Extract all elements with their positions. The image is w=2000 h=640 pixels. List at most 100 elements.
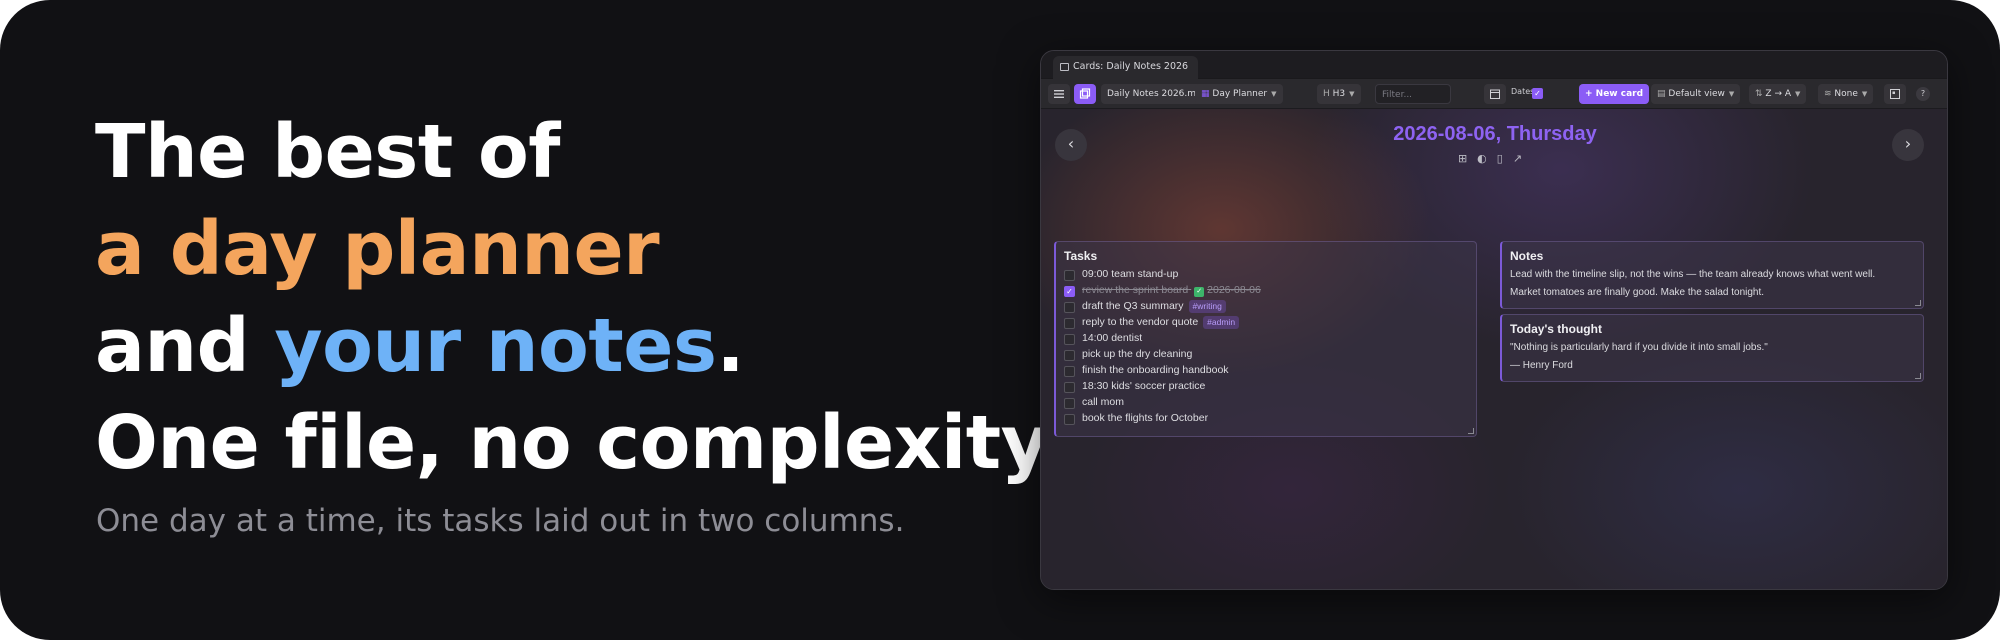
sort-dropdown[interactable]: ⇅ Z → A ▼ — [1749, 84, 1807, 104]
headline: The best of a day planner and your notes… — [95, 104, 1070, 492]
add-icon[interactable]: ⊞ — [1458, 152, 1477, 165]
day-title: 2026-08-06, Thursday — [1393, 123, 1597, 145]
tab-title: Cards: Daily Notes 2026 — [1073, 61, 1189, 72]
done-check-icon: ✓ — [1194, 287, 1205, 297]
task-completed-date: 2026-08-06 — [1207, 284, 1261, 296]
task-text: pick up the dry cleaning — [1082, 348, 1193, 360]
task-checkbox[interactable] — [1064, 366, 1075, 377]
headline-line-2: a day planner — [95, 206, 660, 292]
task-item[interactable]: 18:30 kids' soccer practice — [1064, 380, 1206, 396]
tab-bar: Cards: Daily Notes 2026 — [1041, 51, 1947, 80]
day-actions: ⊞◐▯↗ — [1041, 152, 1947, 165]
task-item[interactable]: draft the Q3 summary #writing — [1064, 300, 1226, 316]
layout-icon: ▤ — [1657, 89, 1666, 99]
trash-icon[interactable]: ▯ — [1497, 152, 1513, 165]
view-mode-dropdown[interactable]: ▦ Day Planner ▼ — [1195, 84, 1283, 104]
tasks-card-title: Tasks — [1064, 249, 1098, 263]
task-item[interactable]: ✓ review the sprint board ✓ 2026-08-06 — [1064, 284, 1261, 300]
hamburger-icon — [1054, 90, 1064, 98]
resize-handle[interactable] — [1915, 300, 1921, 306]
chevron-down-icon: ▼ — [1728, 90, 1735, 98]
dates-checkbox[interactable]: ✓ — [1532, 88, 1543, 99]
task-checkbox[interactable] — [1064, 414, 1075, 425]
promo-banner: The best of a day planner and your notes… — [0, 0, 2000, 640]
headline-line-1: The best of — [95, 109, 561, 195]
task-item[interactable]: reply to the vendor quote #admin — [1064, 316, 1240, 332]
toolbar: Daily Notes 2026.md ▦ Day Planner ▼ H H3 ▼… — [1041, 79, 1947, 109]
palette-icon[interactable]: ◐ — [1477, 152, 1497, 165]
task-item[interactable]: 09:00 team stand-up — [1064, 268, 1178, 284]
task-text-main: review the sprint board — [1082, 284, 1189, 296]
heading-level-label: H3 — [1332, 89, 1346, 99]
chevron-down-icon: ▼ — [1349, 90, 1355, 98]
headline-line-3-suffix: . — [716, 303, 745, 389]
task-checkbox[interactable] — [1064, 382, 1075, 393]
help-button[interactable]: ? — [1916, 87, 1930, 101]
task-text: 14:00 dentist — [1082, 332, 1143, 344]
thought-author: — Henry Ford — [1510, 360, 1573, 371]
grid-icon: ▦ — [1201, 89, 1210, 99]
task-item[interactable]: finish the onboarding handbook — [1064, 364, 1229, 380]
calendar-button[interactable] — [1484, 84, 1506, 104]
group-label: None — [1834, 89, 1858, 99]
group-dropdown[interactable]: ≋ None ▼ — [1818, 84, 1874, 104]
heading-level-dropdown[interactable]: H H3 ▼ — [1317, 84, 1361, 104]
sort-icon: ⇅ — [1755, 89, 1763, 99]
default-view-dropdown[interactable]: ▤ Default view ▼ — [1651, 84, 1741, 104]
filter-input[interactable]: Filter... — [1375, 84, 1451, 104]
new-card-button[interactable]: + New card — [1579, 84, 1650, 104]
chevron-down-icon: ▼ — [1271, 90, 1277, 98]
menu-button[interactable] — [1048, 84, 1070, 104]
cards-icon — [1060, 63, 1069, 71]
task-item[interactable]: pick up the dry cleaning — [1064, 348, 1193, 364]
dates-label: Dates — [1511, 87, 1535, 96]
calendar-icon — [1490, 89, 1500, 99]
stack-icon: ≋ — [1824, 89, 1832, 99]
task-text: call mom — [1082, 396, 1125, 408]
file-name-button[interactable]: Daily Notes 2026.md — [1101, 84, 1208, 104]
resize-handle[interactable] — [1915, 373, 1921, 379]
tasks-card[interactable]: Tasks 09:00 team stand-up ✓ review the s… — [1054, 241, 1477, 437]
task-item[interactable]: book the flights for October — [1064, 412, 1209, 428]
thought-quote: "Nothing is particularly hard if you div… — [1510, 342, 1768, 353]
thought-card-title: Today's thought — [1510, 322, 1602, 336]
external-link-icon[interactable]: ↗ — [1513, 152, 1532, 165]
notes-card-title: Notes — [1510, 249, 1544, 263]
app-window: Cards: Daily Notes 2026 Daily Notes 2026… — [1040, 50, 1948, 590]
day-view: ‹ › 2026-08-06, Thursday ⊞◐▯↗ Tasks 09:0… — [1041, 109, 1947, 589]
thought-card[interactable]: Today's thought "Nothing is particularly… — [1500, 314, 1924, 382]
task-text: book the flights for October — [1082, 412, 1209, 424]
chevron-down-icon: ▼ — [1795, 90, 1801, 98]
task-checkbox-checked[interactable]: ✓ — [1064, 286, 1075, 297]
task-text: reply to the vendor quote — [1082, 316, 1199, 328]
task-tag[interactable]: #writing — [1188, 300, 1226, 313]
settings-button[interactable] — [1884, 84, 1906, 104]
task-checkbox[interactable] — [1064, 334, 1075, 345]
note-line: Market tomatoes are finally good. Make t… — [1510, 287, 1765, 298]
headline-line-4: One file, no complexity. — [95, 400, 1070, 486]
task-checkbox[interactable] — [1064, 398, 1075, 409]
task-item[interactable]: 14:00 dentist — [1064, 332, 1143, 348]
cards-view-button[interactable] — [1074, 84, 1096, 104]
view-mode-label: Day Planner — [1212, 89, 1268, 99]
chevron-down-icon: ▼ — [1861, 90, 1868, 98]
task-tag[interactable]: #admin — [1203, 316, 1240, 329]
task-checkbox[interactable] — [1064, 350, 1075, 361]
headline-line-3: and your notes. — [95, 298, 1015, 395]
tab-cards-daily-notes[interactable]: Cards: Daily Notes 2026 — [1053, 56, 1198, 80]
default-view-label: Default view — [1668, 89, 1725, 99]
task-checkbox[interactable] — [1064, 302, 1075, 313]
headline-line-3-prefix: and — [95, 303, 275, 389]
task-text: 18:30 kids' soccer practice — [1082, 380, 1206, 392]
notes-card[interactable]: Notes Lead with the timeline slip, not t… — [1500, 241, 1924, 309]
task-checkbox[interactable] — [1064, 318, 1075, 329]
task-checkbox[interactable] — [1064, 270, 1075, 281]
subtitle: One day at a time, its tasks laid out in… — [96, 503, 905, 539]
task-item[interactable]: call mom — [1064, 396, 1125, 412]
resize-handle[interactable] — [1468, 428, 1474, 434]
note-line: Lead with the timeline slip, not the win… — [1510, 269, 1876, 280]
task-text: draft the Q3 summary — [1082, 300, 1184, 312]
task-text: finish the onboarding handbook — [1082, 364, 1229, 376]
heading-icon: H — [1323, 89, 1330, 99]
panel-icon — [1890, 89, 1900, 99]
